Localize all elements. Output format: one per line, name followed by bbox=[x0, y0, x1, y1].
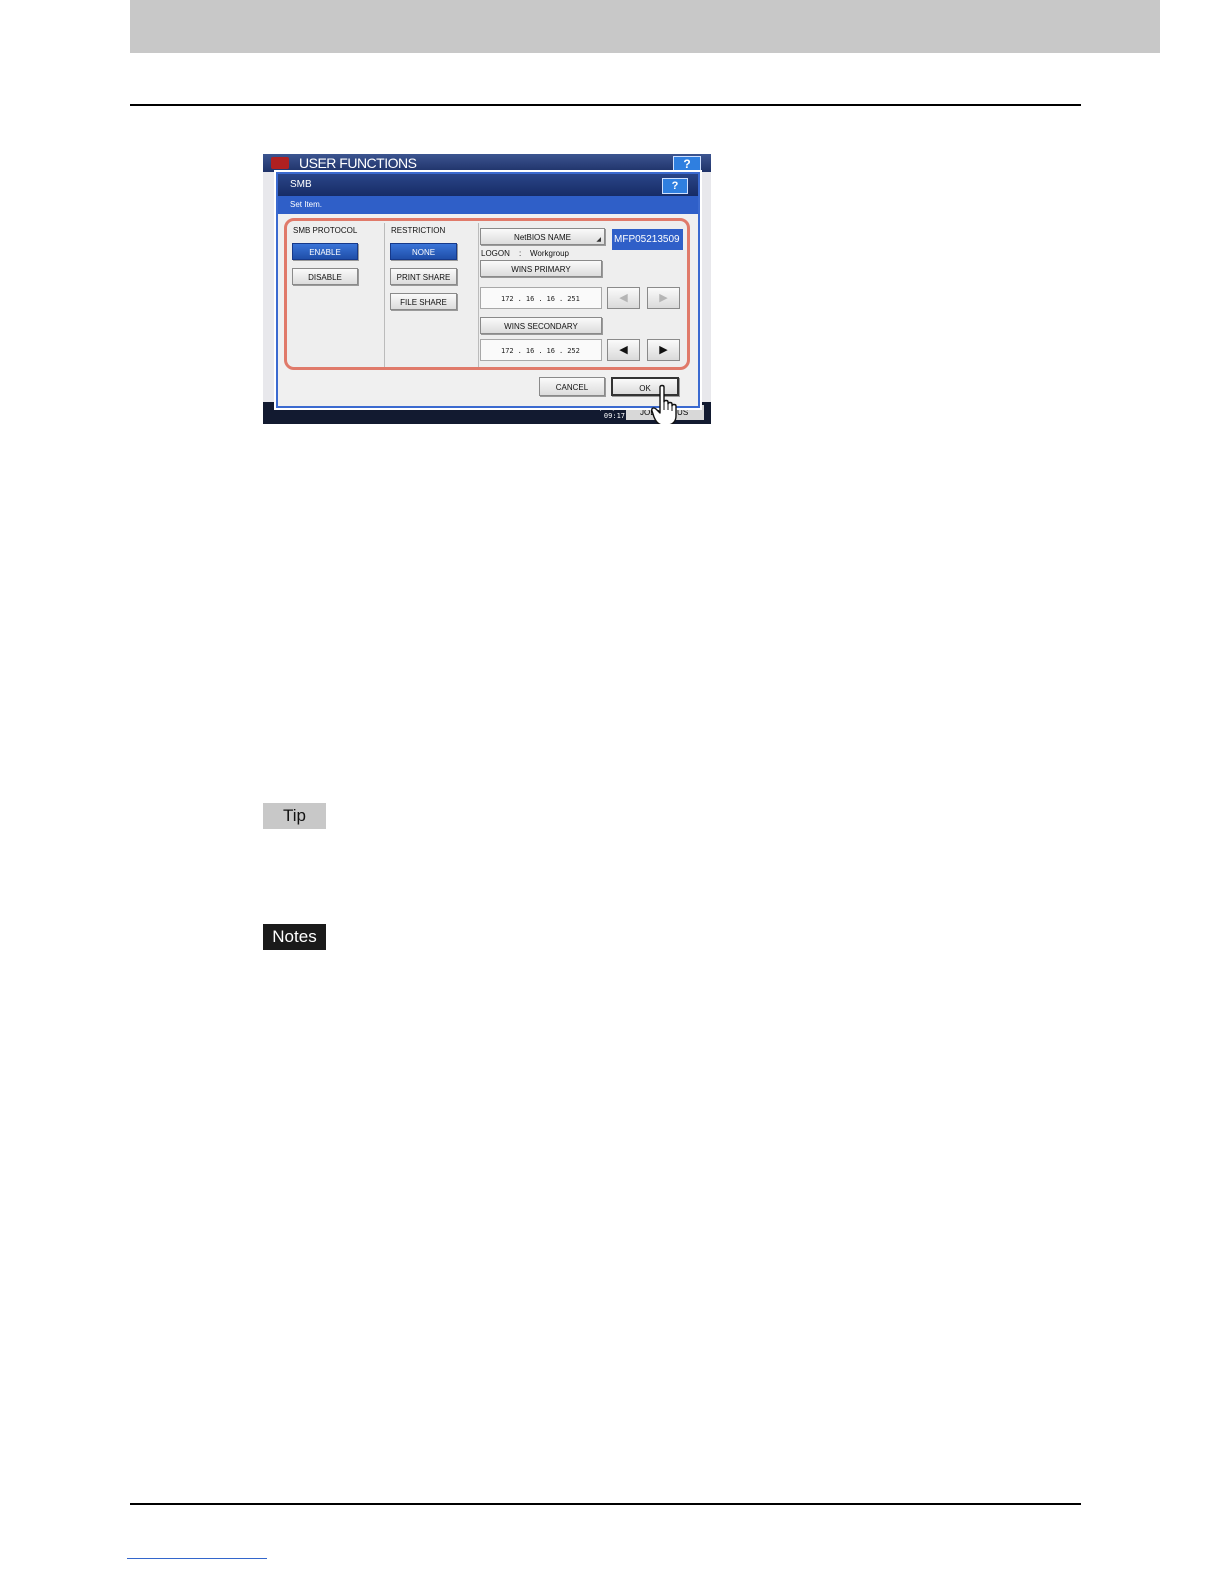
column-divider bbox=[478, 223, 479, 367]
enable-button[interactable]: ENABLE bbox=[292, 243, 358, 260]
print-share-button[interactable]: PRINT SHARE bbox=[390, 268, 457, 285]
wins-primary-address-field[interactable]: 172. 16. 16. 251 bbox=[480, 287, 602, 309]
logon-separator: : bbox=[519, 249, 522, 258]
restriction-label: RESTRICTION bbox=[391, 226, 446, 235]
ip-octet: 16 bbox=[546, 295, 555, 303]
dialog-title: SMB bbox=[290, 179, 312, 190]
notes-badge: Notes bbox=[263, 924, 326, 950]
dialog-subtitle-bar: Set Item. bbox=[278, 196, 698, 214]
smb-protocol-label: SMB PROTOCOL bbox=[293, 226, 358, 235]
ip-octet: 16 bbox=[546, 347, 555, 355]
dialog-title-bar: SMB ? bbox=[278, 174, 698, 196]
netbios-name-button-label: NetBIOS NAME bbox=[514, 233, 571, 242]
ip-octet: 16 bbox=[525, 347, 535, 355]
smb-dialog: SMB ? Set Item. SMB PROTOCOL ENABLE DISA… bbox=[276, 172, 700, 408]
settings-highlight-frame: SMB PROTOCOL ENABLE DISABLE RESTRICTION … bbox=[284, 218, 690, 370]
pointing-hand-cursor-icon bbox=[651, 384, 677, 424]
footer-rule bbox=[130, 1503, 1081, 1505]
tip-badge: Tip bbox=[263, 803, 326, 829]
touch-panel-screenshot: USER FUNCTIONS ? 2011/03/15 09:17 JOB ST… bbox=[263, 154, 711, 424]
ip-octet: 172 bbox=[501, 295, 514, 303]
app-title-bar: USER FUNCTIONS ? bbox=[263, 154, 711, 173]
cancel-button[interactable]: CANCEL bbox=[539, 377, 605, 396]
app-home-icon bbox=[271, 157, 289, 169]
dialog-subtitle: Set Item. bbox=[290, 200, 323, 209]
wins-primary-left-arrow-icon[interactable]: ◀ bbox=[607, 287, 640, 309]
footer-link-underline[interactable] bbox=[127, 1557, 267, 1559]
wins-secondary-left-arrow-icon[interactable]: ◀ bbox=[607, 339, 640, 361]
file-share-button[interactable]: FILE SHARE bbox=[390, 293, 457, 310]
wins-secondary-button[interactable]: WINS SECONDARY bbox=[480, 317, 602, 334]
app-title: USER FUNCTIONS bbox=[299, 155, 417, 171]
dialog-help-button[interactable]: ? bbox=[662, 178, 688, 194]
netbios-name-button[interactable]: NetBIOS NAME ◢ bbox=[480, 228, 605, 245]
ip-octet: 252 bbox=[567, 347, 580, 355]
page-header-band bbox=[130, 0, 1160, 53]
netbios-name-value: MFP05213509 bbox=[612, 229, 683, 250]
ip-octet: 16 bbox=[525, 295, 535, 303]
logon-label: LOGON bbox=[481, 249, 510, 258]
disable-button[interactable]: DISABLE bbox=[292, 268, 358, 285]
wins-secondary-right-arrow-icon[interactable]: ▶ bbox=[647, 339, 680, 361]
expand-arrow-icon: ◢ bbox=[596, 237, 601, 243]
column-divider bbox=[384, 223, 385, 367]
ip-octet: 172 bbox=[501, 347, 514, 355]
restriction-none-button[interactable]: NONE bbox=[390, 243, 457, 260]
header-rule bbox=[130, 104, 1081, 106]
app-help-button[interactable]: ? bbox=[673, 156, 701, 173]
logon-value: Workgroup bbox=[530, 249, 569, 258]
ip-octet: 251 bbox=[567, 295, 580, 303]
wins-primary-right-arrow-icon[interactable]: ▶ bbox=[647, 287, 680, 309]
wins-secondary-address-field[interactable]: 172. 16. 16. 252 bbox=[480, 339, 602, 361]
wins-primary-button[interactable]: WINS PRIMARY bbox=[480, 260, 602, 277]
